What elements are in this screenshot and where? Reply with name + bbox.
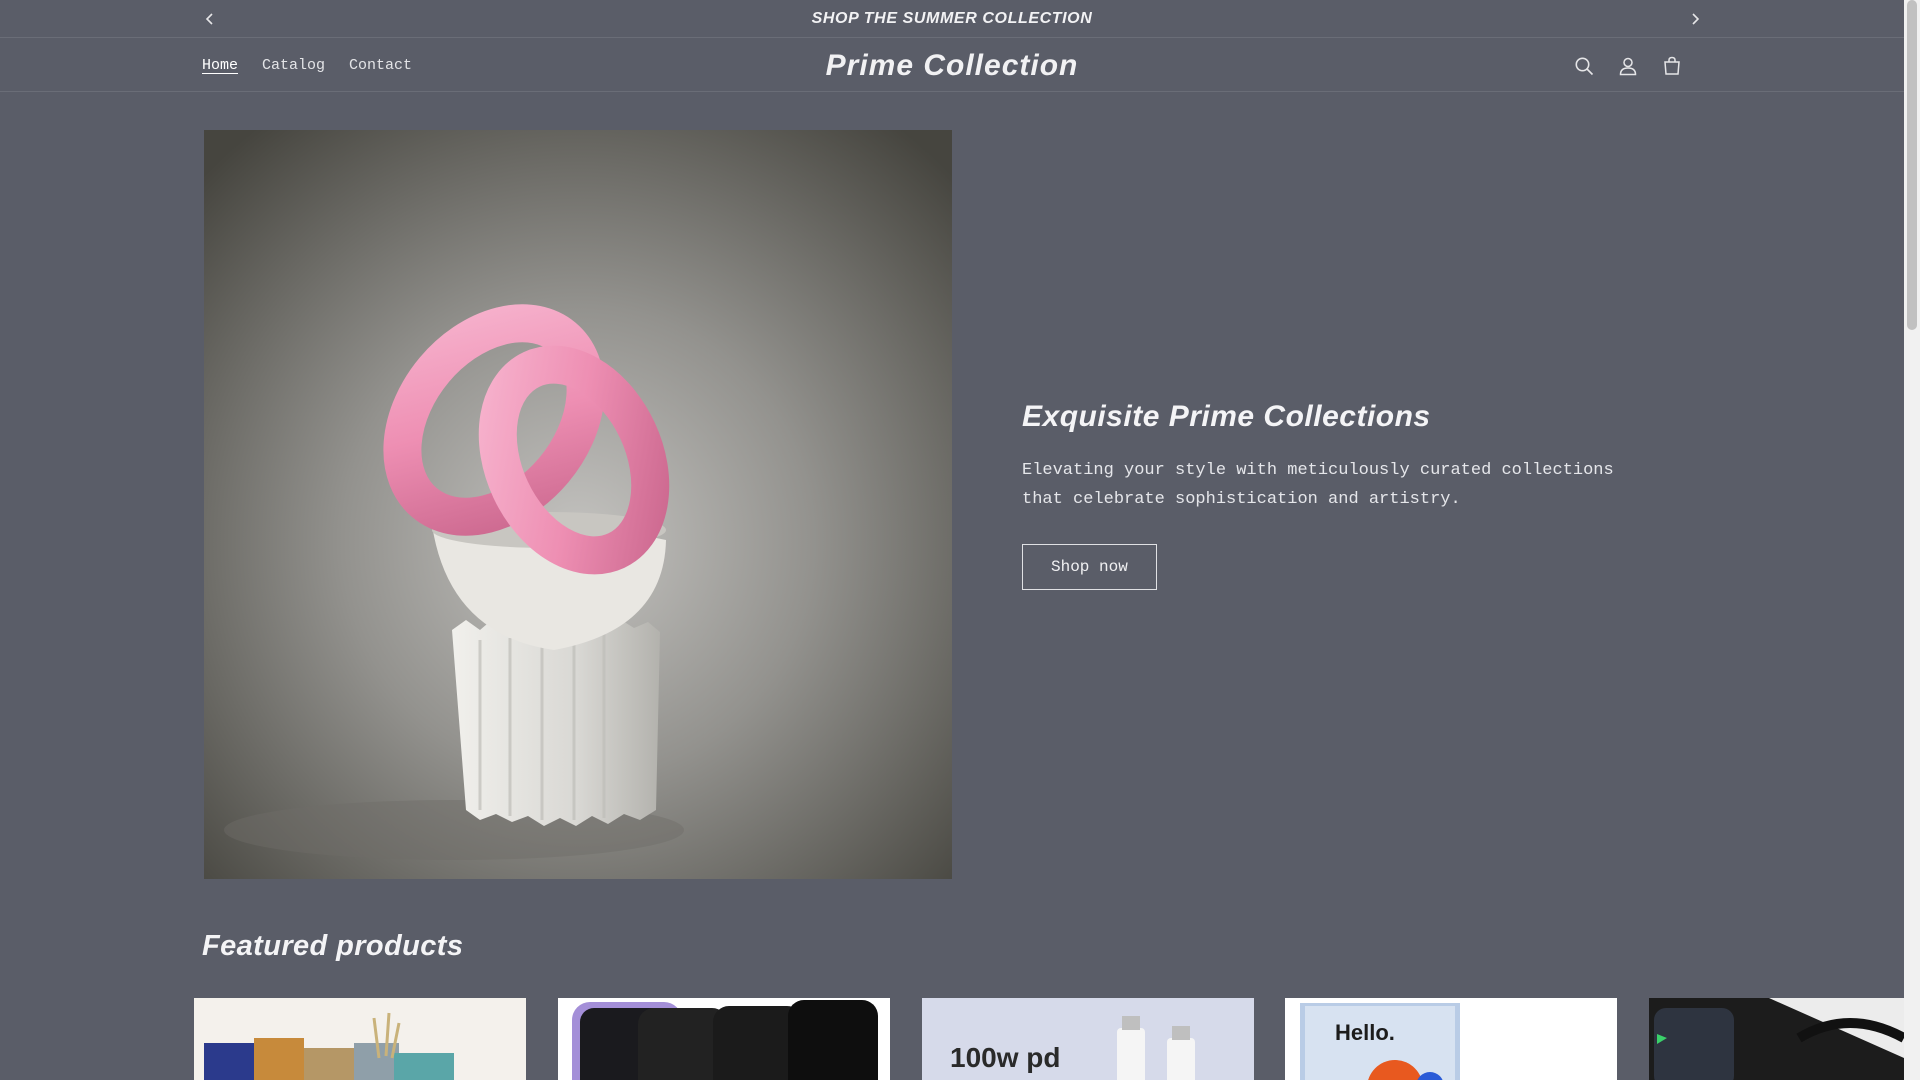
hero-image <box>204 130 952 879</box>
search-button[interactable] <box>1568 50 1600 82</box>
account-icon <box>1619 57 1637 75</box>
hero-title: Exquisite Prime Collections <box>1022 400 1431 433</box>
account-button[interactable] <box>1612 50 1644 82</box>
product-image-text: 100w pd <box>950 1042 1061 1073</box>
chevron-right-icon <box>1692 13 1700 25</box>
header-icons <box>1568 39 1688 92</box>
announcement-prev-button[interactable] <box>198 8 222 30</box>
product-card[interactable]: Hello. <box>1285 998 1617 1080</box>
product-image <box>558 998 890 1080</box>
shop-now-button[interactable]: Shop now <box>1022 544 1157 590</box>
scrollbar-thumb[interactable] <box>1907 0 1917 330</box>
product-image <box>194 998 526 1080</box>
site-logo[interactable]: Prime Collection <box>826 49 1079 83</box>
announcement-text[interactable]: SHOP THE SUMMER COLLECTION <box>812 10 1093 28</box>
sculpture-illustration <box>204 130 952 879</box>
product-card[interactable]: 100w pd <box>922 998 1254 1080</box>
cart-button[interactable] <box>1656 50 1688 82</box>
nav-home[interactable]: Home <box>190 57 250 74</box>
product-image <box>1649 998 1904 1080</box>
hero-description: Elevating your style with meticulously c… <box>1022 461 1614 509</box>
product-card[interactable] <box>194 998 526 1080</box>
nav-catalog[interactable]: Catalog <box>250 57 337 74</box>
site-header: Prime Collection Home Catalog Contact <box>0 39 1904 92</box>
announcement-bar: SHOP THE SUMMER COLLECTION <box>0 0 1904 38</box>
hero-content: Exquisite Prime Collections Elevating yo… <box>1022 400 1642 590</box>
product-image-text: Hello. <box>1335 1020 1395 1045</box>
product-card[interactable] <box>1649 998 1904 1080</box>
search-icon <box>1575 57 1594 75</box>
nav-contact[interactable]: Contact <box>337 57 424 74</box>
featured-products-title: Featured products <box>202 930 464 962</box>
product-card[interactable] <box>558 998 890 1080</box>
chevron-left-icon <box>205 13 213 25</box>
page-scrollbar[interactable] <box>1904 0 1920 1080</box>
cart-icon <box>1664 56 1680 75</box>
announcement-next-button[interactable] <box>1683 8 1707 30</box>
main-nav: Home Catalog Contact <box>190 39 424 92</box>
